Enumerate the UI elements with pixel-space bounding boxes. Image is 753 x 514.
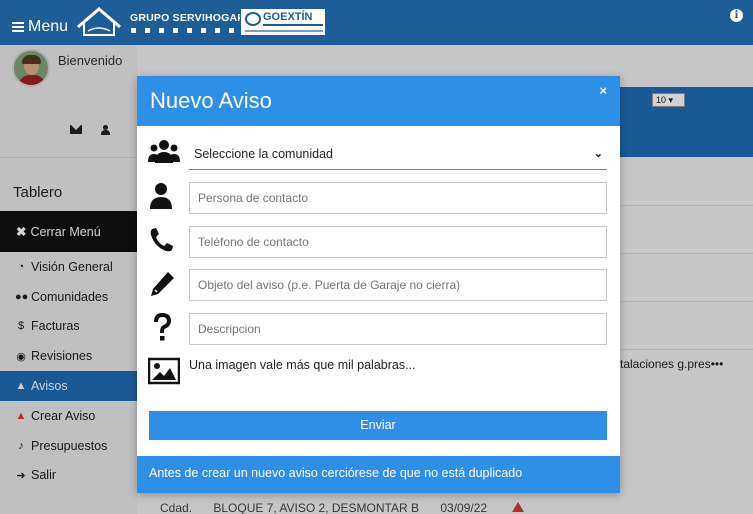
image-icon[interactable] xyxy=(148,356,180,386)
servihogar-logo-icon xyxy=(77,7,121,36)
chevron-down-icon: ⌄ xyxy=(593,148,603,160)
modal-header: Nuevo Aviso × xyxy=(137,76,620,126)
contact-person-input[interactable] xyxy=(189,182,607,214)
phone-icon xyxy=(150,228,173,252)
brand-name: GRUPO SERVIHOGAR xyxy=(130,12,246,24)
partner-logo: GOEXTÍN xyxy=(240,8,326,36)
image-upload-label[interactable]: Una imagen vale más que mil palabras... xyxy=(189,358,416,372)
menu-toggle-button[interactable]: Menu xyxy=(12,18,68,36)
hamburger-icon xyxy=(12,22,24,32)
community-select-value: Seleccione la comunidad xyxy=(194,147,333,161)
top-bar: Menu GRUPO SERVIHOGAR GOEXTÍN i xyxy=(0,0,753,45)
new-notice-modal: Nuevo Aviso × Seleccione la comunidad ⌄ xyxy=(137,76,620,493)
notice-subject-input[interactable] xyxy=(189,269,607,301)
partner-logo-rule xyxy=(263,24,323,26)
pencil-icon xyxy=(151,272,174,296)
modal-footer-note: Antes de crear un nuevo aviso cerciórese… xyxy=(137,456,620,493)
question-icon xyxy=(154,313,172,341)
close-icon[interactable]: × xyxy=(599,83,607,98)
partner-logo-text: GOEXTÍN xyxy=(263,11,313,23)
send-button[interactable]: Enviar xyxy=(149,411,607,440)
users-icon xyxy=(148,140,180,163)
phone-input[interactable] xyxy=(189,226,607,258)
community-select[interactable]: Seleccione la comunidad ⌄ xyxy=(189,139,607,170)
user-icon xyxy=(150,183,172,209)
modal-title: Nuevo Aviso xyxy=(150,88,272,113)
menu-label: Menu xyxy=(28,18,69,35)
info-icon[interactable]: i xyxy=(730,9,743,22)
partner-logo-mark-icon xyxy=(245,12,261,26)
partner-logo-rule-2 xyxy=(245,30,323,32)
description-input[interactable] xyxy=(189,313,607,345)
